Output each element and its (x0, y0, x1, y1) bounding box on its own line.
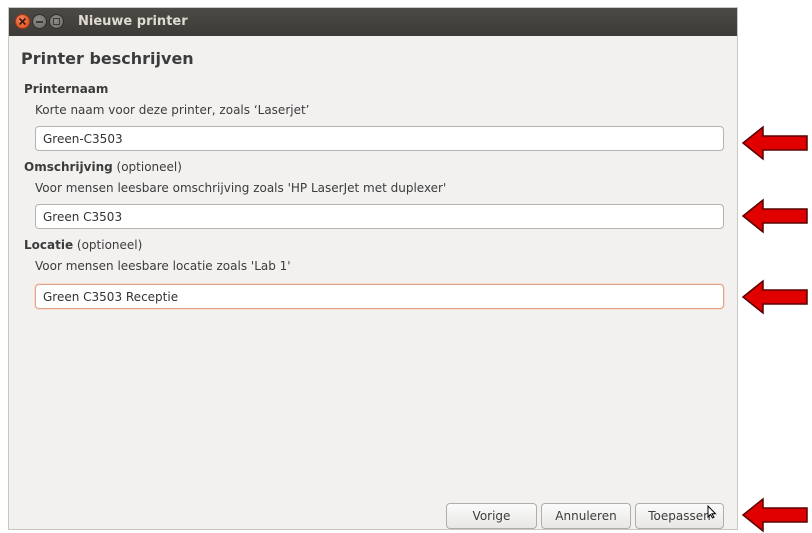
page-title: Printer beschrijven (21, 49, 194, 68)
location-label: Locatie (optioneel) (24, 238, 143, 252)
mouse-pointer-icon (707, 505, 717, 519)
printer-name-hint: Korte naam voor deze printer, zoals ‘Las… (35, 103, 310, 117)
arrow-left-icon (741, 497, 808, 533)
description-field[interactable] (35, 204, 724, 229)
description-hint: Voor mensen leesbare omschrijving zoals … (35, 181, 447, 195)
minimize-icon[interactable] (32, 14, 47, 29)
title-bar: Nieuwe printer (9, 8, 737, 36)
location-optional-text: (optioneel) (73, 238, 143, 252)
close-icon[interactable] (15, 14, 30, 29)
back-button[interactable]: Vorige (446, 503, 537, 529)
description-label: Omschrijving (optioneel) (24, 160, 182, 174)
printer-name-field[interactable] (35, 126, 724, 151)
location-hint: Voor mensen leesbare locatie zoals 'Lab … (35, 259, 291, 273)
window-title: Nieuwe printer (78, 14, 188, 29)
location-field[interactable] (35, 284, 724, 309)
arrow-left-icon (741, 125, 808, 161)
arrow-left-icon (741, 198, 808, 234)
cancel-button[interactable]: Annuleren (541, 503, 631, 529)
arrow-left-icon (741, 279, 808, 315)
description-optional-text: (optioneel) (112, 160, 182, 174)
maximize-icon[interactable] (49, 14, 64, 29)
printer-name-label: Printernaam (24, 82, 109, 96)
dialog-window: Nieuwe printer Printer beschrijven Print… (8, 7, 738, 530)
